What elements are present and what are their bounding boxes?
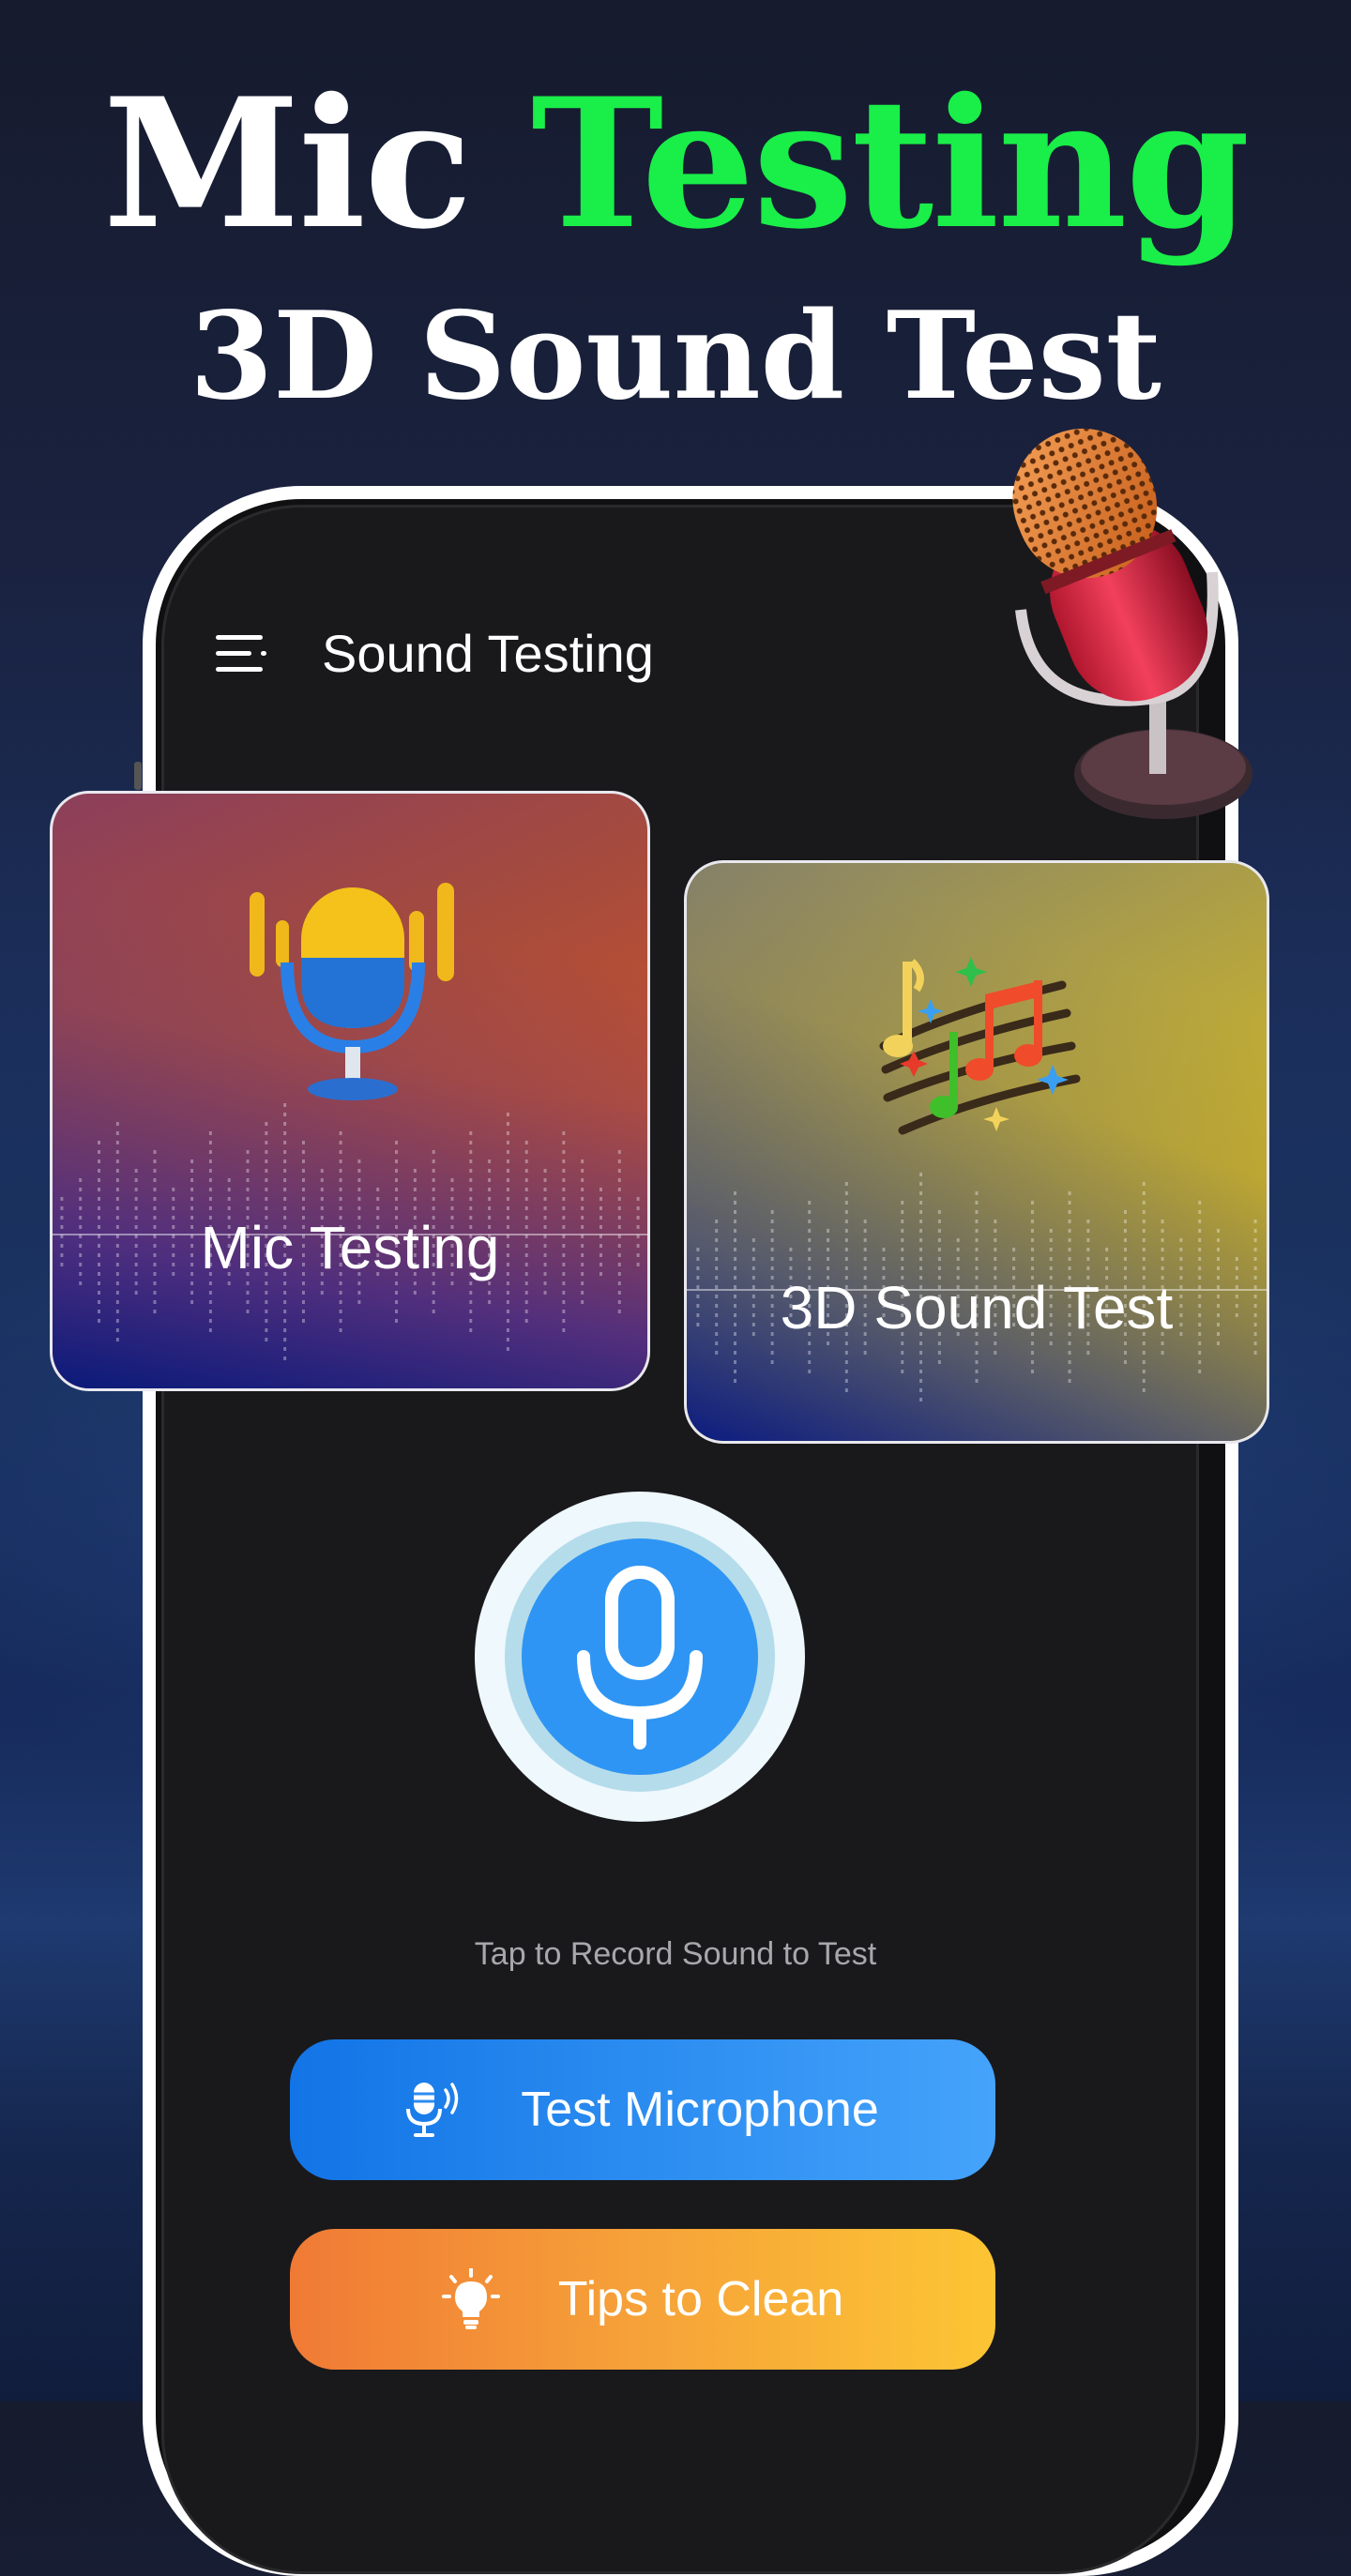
microphone-icon: [250, 883, 454, 1100]
headline-word-testing: Testing: [530, 59, 1250, 268]
test-microphone-label: Test Microphone: [521, 2083, 879, 2137]
promo-headline: Mic Testing: [0, 66, 1351, 263]
phone-side-button: [134, 762, 142, 790]
mic-testing-label: Mic Testing: [200, 1214, 500, 1281]
microphone-icon: [577, 1566, 703, 1750]
tips-to-clean-button[interactable]: Tips to Clean: [290, 2229, 995, 2370]
app-title: Sound Testing: [322, 624, 654, 683]
menu-icon[interactable]: [214, 633, 274, 674]
music-notes-icon: [879, 957, 1081, 1135]
tips-to-clean-label: Tips to Clean: [557, 2272, 844, 2326]
promo-subtitle: 3D Sound Test: [190, 286, 1161, 427]
mic-testing-card[interactable]: Mic Testing: [50, 791, 650, 1391]
record-hint-text: Tap to Record Sound to Test: [474, 1936, 877, 1972]
3d-sound-test-label: 3D Sound Test: [780, 1274, 1174, 1341]
mic-speaking-icon: [406, 2083, 459, 2137]
lightbulb-icon: [441, 2268, 500, 2329]
3d-sound-test-card[interactable]: 3D Sound Test: [684, 860, 1269, 1444]
test-microphone-button[interactable]: Test Microphone: [290, 2039, 995, 2180]
decorative-microphone-icon: [1012, 428, 1252, 819]
headline-word-mic: Mic: [102, 59, 531, 268]
